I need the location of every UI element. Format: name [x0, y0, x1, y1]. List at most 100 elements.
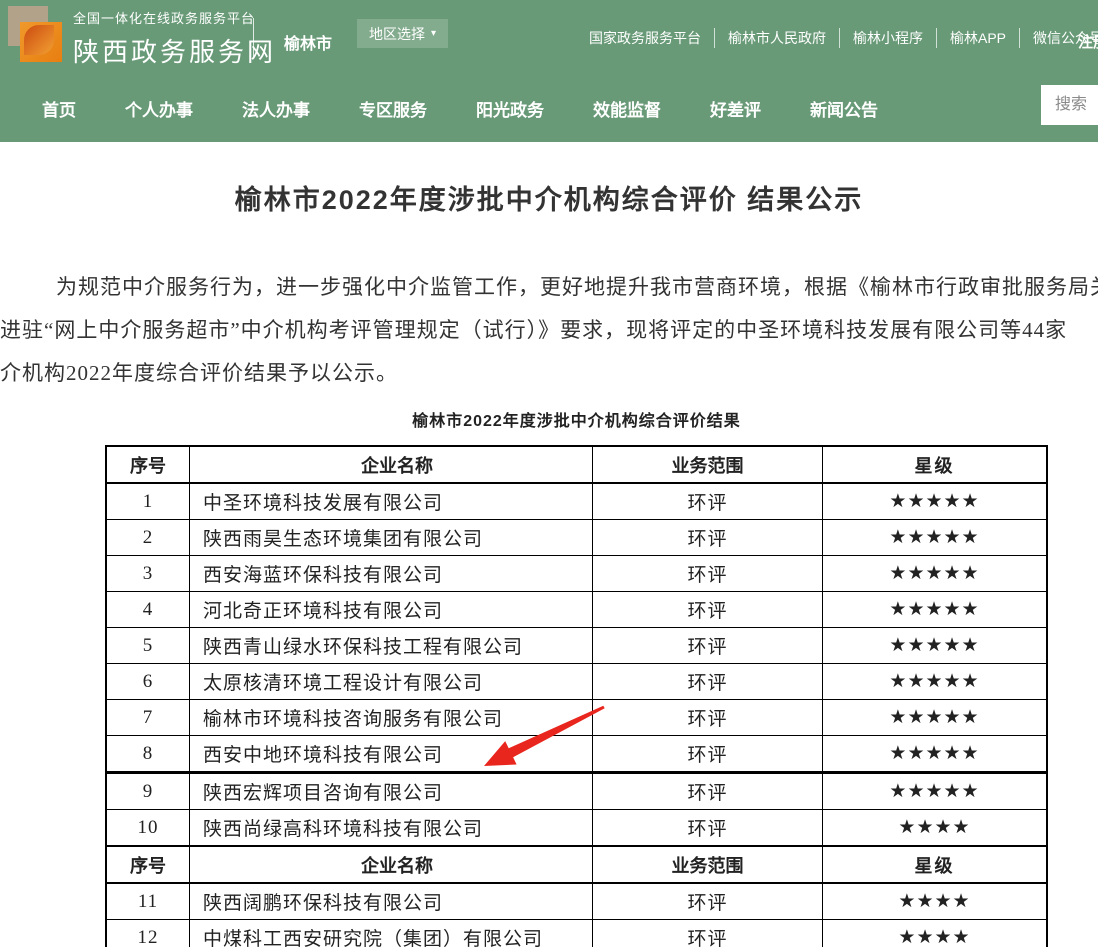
company-name: 陕西雨昊生态环境集团有限公司: [190, 520, 593, 556]
star-rating: ★★★★★: [823, 628, 1048, 664]
table-row: 9陕西宏辉项目咨询有限公司环评★★★★★: [106, 773, 1047, 810]
site-logo-icon[interactable]: [8, 6, 62, 62]
star-rating: ★★★★★: [823, 773, 1048, 810]
table-header-cell: 业务范围: [593, 446, 823, 483]
business-scope: 环评: [593, 700, 823, 736]
star-rating: ★★★★: [823, 920, 1048, 947]
top-link[interactable]: 国家政务服务平台: [576, 28, 714, 48]
table-row: 2陕西雨昊生态环境集团有限公司环评★★★★★: [106, 520, 1047, 556]
main-nav: 首页 个人办事 法人办事 专区服务 阳光政务 效能监督 好差评 新闻公告: [0, 75, 1098, 142]
company-name: 榆林市环境科技咨询服务有限公司: [190, 700, 593, 736]
page: 全国一体化在线政务服务平台 陕西政务服务网 榆林市 地区选择 ▾ 国家政务服务平…: [0, 0, 1098, 947]
business-scope: 环评: [593, 736, 823, 773]
table-header-cell: 星级: [823, 846, 1048, 883]
brand-row: 全国一体化在线政务服务平台 陕西政务服务网 榆林市 地区选择 ▾ 国家政务服务平…: [0, 0, 1098, 75]
company-name: 太原核清环境工程设计有限公司: [190, 664, 593, 700]
nav-item[interactable]: 效能监督: [593, 96, 661, 121]
nav-item[interactable]: 好差评: [710, 96, 761, 121]
table-row: 12中煤科工西安研究院（集团）有限公司环评★★★★: [106, 920, 1047, 947]
row-number: 1: [106, 483, 190, 520]
current-city-label: 榆林市: [284, 30, 332, 54]
search-input[interactable]: [1041, 85, 1098, 125]
table-row: 8西安中地环境科技有限公司环评★★★★★: [106, 736, 1047, 773]
nav-item[interactable]: 新闻公告: [810, 96, 878, 121]
brand-text: 全国一体化在线政务服务平台 陕西政务服务网: [73, 8, 276, 69]
evaluation-results-table: 序号企业名称业务范围星级1中圣环境科技发展有限公司环评★★★★★2陕西雨昊生态环…: [105, 445, 1048, 947]
company-name: 西安中地环境科技有限公司: [190, 736, 593, 773]
row-number: 12: [106, 920, 190, 947]
row-number: 7: [106, 700, 190, 736]
company-name: 陕西尚绿高科环境科技有限公司: [190, 810, 593, 847]
row-number: 2: [106, 520, 190, 556]
business-scope: 环评: [593, 773, 823, 810]
paragraph-line: 为规范中介服务行为，进一步强化中介监管工作，更好地提升我市营商环境，根据《榆林市…: [0, 266, 1098, 309]
top-link[interactable]: 榆林市人民政府: [714, 28, 839, 48]
business-scope: 环评: [593, 483, 823, 520]
row-number: 6: [106, 664, 190, 700]
company-name: 中圣环境科技发展有限公司: [190, 483, 593, 520]
table-row: 11陕西阔鹏环保科技有限公司环评★★★★: [106, 883, 1047, 920]
business-scope: 环评: [593, 920, 823, 947]
star-rating: ★★★★★: [823, 700, 1048, 736]
site-name: 陕西政务服务网: [73, 32, 276, 69]
star-rating: ★★★★★: [823, 736, 1048, 773]
table-header-cell: 序号: [106, 846, 190, 883]
business-scope: 环评: [593, 810, 823, 847]
star-rating: ★★★★: [823, 810, 1048, 847]
top-link[interactable]: 榆林APP: [936, 28, 1019, 48]
table-row: 10陕西尚绿高科环境科技有限公司环评★★★★: [106, 810, 1047, 847]
row-number: 11: [106, 883, 190, 920]
brand-divider: [253, 18, 254, 58]
company-name: 陕西宏辉项目咨询有限公司: [190, 773, 593, 810]
star-rating: ★★★★★: [823, 664, 1048, 700]
region-select-button[interactable]: 地区选择 ▾: [357, 19, 448, 48]
table-header-row: 序号企业名称业务范围星级: [106, 446, 1047, 483]
company-name: 河北奇正环境科技有限公司: [190, 592, 593, 628]
chevron-down-icon: ▾: [431, 28, 436, 39]
table-header-cell: 企业名称: [190, 846, 593, 883]
table-row: 4河北奇正环境科技有限公司环评★★★★★: [106, 592, 1047, 628]
register-link[interactable]: 注册: [1078, 31, 1098, 52]
company-name: 中煤科工西安研究院（集团）有限公司: [190, 920, 593, 947]
company-name: 陕西阔鹏环保科技有限公司: [190, 883, 593, 920]
row-number: 3: [106, 556, 190, 592]
table-header-cell: 企业名称: [190, 446, 593, 483]
business-scope: 环评: [593, 556, 823, 592]
top-link[interactable]: 榆林小程序: [839, 28, 936, 48]
paragraph-line: 介机构2022年度综合评价结果予以公示。: [0, 352, 1098, 395]
row-number: 9: [106, 773, 190, 810]
announcement-paragraph: 为规范中介服务行为，进一步强化中介监管工作，更好地提升我市营商环境，根据《榆林市…: [0, 266, 1098, 395]
star-rating: ★★★★★: [823, 483, 1048, 520]
header-links: 国家政务服务平台榆林市人民政府榆林小程序榆林APP微信公众号: [576, 0, 1098, 75]
platform-tagline: 全国一体化在线政务服务平台: [73, 8, 276, 27]
table-header-cell: 业务范围: [593, 846, 823, 883]
star-rating: ★★★★: [823, 883, 1048, 920]
star-rating: ★★★★★: [823, 520, 1048, 556]
row-number: 5: [106, 628, 190, 664]
business-scope: 环评: [593, 520, 823, 556]
table-row: 7榆林市环境科技咨询服务有限公司环评★★★★★: [106, 700, 1047, 736]
row-number: 4: [106, 592, 190, 628]
nav-item[interactable]: 专区服务: [359, 96, 427, 121]
nav-item[interactable]: 首页: [42, 96, 76, 121]
table-row: 3西安海蓝环保科技有限公司环评★★★★★: [106, 556, 1047, 592]
business-scope: 环评: [593, 592, 823, 628]
nav-item[interactable]: 阳光政务: [476, 96, 544, 121]
table-row: 5陕西青山绿水环保科技工程有限公司环评★★★★★: [106, 628, 1047, 664]
nav-item[interactable]: 个人办事: [125, 96, 193, 121]
business-scope: 环评: [593, 628, 823, 664]
table-row: 1中圣环境科技发展有限公司环评★★★★★: [106, 483, 1047, 520]
star-rating: ★★★★★: [823, 592, 1048, 628]
row-number: 10: [106, 810, 190, 847]
company-name: 陕西青山绿水环保科技工程有限公司: [190, 628, 593, 664]
table-header-cell: 星级: [823, 446, 1048, 483]
table-header-cell: 序号: [106, 446, 190, 483]
site-header: 全国一体化在线政务服务平台 陕西政务服务网 榆林市 地区选择 ▾ 国家政务服务平…: [0, 0, 1098, 142]
nav-item[interactable]: 法人办事: [242, 96, 310, 121]
region-select-label: 地区选择: [369, 24, 425, 44]
logo-leaf-icon: [24, 25, 54, 55]
row-number: 8: [106, 736, 190, 773]
article-body: 榆林市2022年度涉批中介机构综合评价 结果公示 为规范中介服务行为，进一步强化…: [0, 178, 1098, 947]
table-row: 6太原核清环境工程设计有限公司环评★★★★★: [106, 664, 1047, 700]
page-title: 榆林市2022年度涉批中介机构综合评价 结果公示: [0, 178, 1098, 217]
